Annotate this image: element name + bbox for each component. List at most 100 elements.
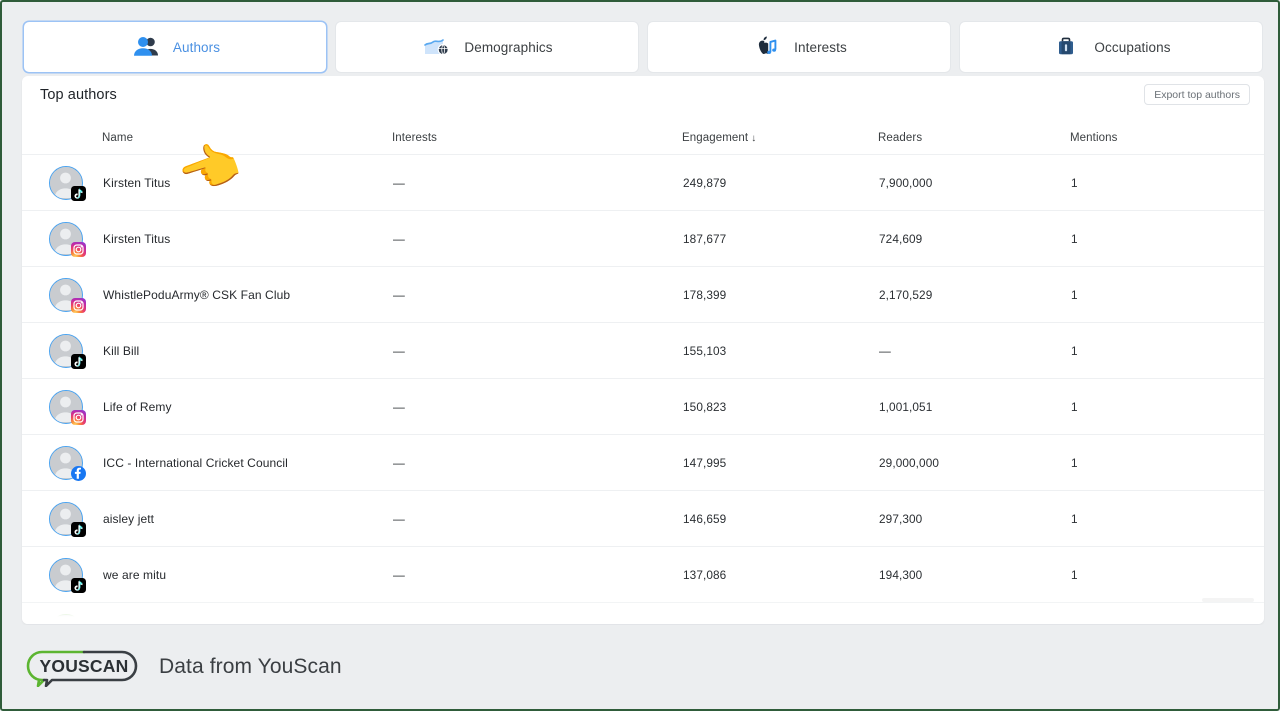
- author-readers-cell: 1,001,051: [878, 379, 1070, 435]
- sort-descending-icon: ↓: [751, 133, 756, 144]
- author-readers-cell: 724,609: [878, 211, 1070, 267]
- avatar[interactable]: [49, 334, 83, 368]
- author-avatar-cell: [22, 155, 102, 211]
- author-name-cell[interactable]: Kill Bill: [102, 323, 392, 379]
- author-name-cell[interactable]: aisley jett: [102, 491, 392, 547]
- avatar[interactable]: [49, 502, 83, 536]
- author-interests-cell: —: [392, 267, 682, 323]
- author-avatar-cell: [22, 211, 102, 267]
- tab-demographics[interactable]: Demographics: [335, 21, 639, 73]
- author-avatar-cell: [22, 547, 102, 603]
- table-row[interactable]: we are mitu—137,086194,3001: [22, 547, 1264, 603]
- table-row[interactable]: aisley jett—146,659297,3001: [22, 491, 1264, 547]
- author-avatar-cell: [22, 603, 102, 625]
- column-header-readers[interactable]: Readers: [878, 114, 1070, 155]
- avatar[interactable]: [49, 222, 83, 256]
- author-interests-cell: —: [392, 435, 682, 491]
- table-row[interactable]: Kill Bill—155,103—1: [22, 323, 1264, 379]
- tab-label: Interests: [794, 40, 847, 55]
- facebook-icon: [71, 466, 86, 481]
- author-engagement-cell: 155,103: [682, 323, 878, 379]
- people-icon: [130, 34, 160, 60]
- author-mentions-cell: 1: [1070, 155, 1264, 211]
- tiktok-icon: [71, 354, 86, 369]
- author-interests-cell: —: [392, 211, 682, 267]
- author-engagement-cell: 146,659: [682, 491, 878, 547]
- avatar[interactable]: [49, 390, 83, 424]
- author-readers-cell: —: [878, 323, 1070, 379]
- author-interests-cell: —: [392, 323, 682, 379]
- screenshot-frame: Authors Demographics: [0, 0, 1280, 711]
- instagram-icon: [71, 242, 86, 257]
- author-name-cell[interactable]: emily&ellaceo: [102, 603, 392, 625]
- author-avatar-cell: [22, 491, 102, 547]
- author-engagement-cell: 249,879: [682, 155, 878, 211]
- author-mentions-cell: 1: [1070, 379, 1264, 435]
- tab-authors[interactable]: Authors: [23, 21, 327, 73]
- youscan-wordmark: YOUSCAN: [40, 656, 129, 676]
- author-mentions-cell: 1: [1070, 267, 1264, 323]
- column-header-interests[interactable]: Interests: [392, 114, 682, 155]
- avatar[interactable]: [49, 166, 83, 200]
- author-name: aisley jett: [103, 512, 391, 526]
- tab-occupations[interactable]: Occupations: [959, 21, 1263, 73]
- avatar[interactable]: [49, 558, 83, 592]
- author-interests-cell: —: [392, 379, 682, 435]
- author-mentions-cell: 1: [1070, 211, 1264, 267]
- tiktok-icon: [71, 186, 86, 201]
- author-readers-cell: 3,800,000: [878, 603, 1070, 625]
- author-name: Kirsten Titus: [103, 176, 391, 190]
- avatar[interactable]: [49, 446, 83, 480]
- author-name: emily&ella: [103, 617, 391, 624]
- table-row[interactable]: ICC - International Cricket Council—147,…: [22, 435, 1264, 491]
- author-name: ICC - International Cricket Council: [103, 456, 391, 470]
- youscan-logo: YOUSCAN: [22, 647, 146, 687]
- author-name: Kirsten Titus: [103, 232, 391, 246]
- table-header: Name Interests Engagement↓ Readers Menti…: [22, 114, 1264, 155]
- table-row[interactable]: emily&ellaceo—122,8383,800,0001: [22, 603, 1264, 625]
- horizontal-scrollbar[interactable]: [1202, 598, 1254, 602]
- table-body: Kirsten Titus—249,8797,900,0001Kirsten T…: [22, 155, 1264, 625]
- table-row[interactable]: Kirsten Titus—187,677724,6091: [22, 211, 1264, 267]
- tab-label: Authors: [173, 40, 220, 55]
- author-name-cell[interactable]: WhistlePoduArmy® CSK Fan Club: [102, 267, 392, 323]
- table-row[interactable]: WhistlePoduArmy® CSK Fan Club—178,3992,1…: [22, 267, 1264, 323]
- top-authors-card: Top authors Export top authors Name Inte…: [22, 76, 1264, 624]
- author-engagement-cell: 137,086: [682, 547, 878, 603]
- table-row[interactable]: Life of Remy—150,8231,001,0511: [22, 379, 1264, 435]
- author-name-cell[interactable]: ICC - International Cricket Council: [102, 435, 392, 491]
- author-name: Life of Remy: [103, 400, 391, 414]
- author-readers-cell: 297,300: [878, 491, 1070, 547]
- footer-caption: Data from YouScan: [159, 655, 342, 679]
- author-readers-cell: 7,900,000: [878, 155, 1070, 211]
- tiktok-icon: [71, 522, 86, 537]
- author-name-cell[interactable]: Life of Remy: [102, 379, 392, 435]
- author-avatar-cell: [22, 267, 102, 323]
- author-name-cell[interactable]: we are mitu: [102, 547, 392, 603]
- author-name: Kill Bill: [103, 344, 391, 358]
- tab-interests[interactable]: Interests: [647, 21, 951, 73]
- author-name-cell[interactable]: Kirsten Titus: [102, 155, 392, 211]
- column-header-engagement[interactable]: Engagement↓: [682, 114, 878, 155]
- column-header-name[interactable]: Name: [102, 114, 392, 155]
- author-readers-cell: 2,170,529: [878, 267, 1070, 323]
- author-interests-cell: —: [392, 547, 682, 603]
- author-avatar-cell: [22, 323, 102, 379]
- tab-label: Occupations: [1094, 40, 1170, 55]
- avatar-placeholder-icon: [49, 614, 83, 624]
- author-engagement-cell: 187,677: [682, 211, 878, 267]
- author-mentions-cell: 1: [1070, 323, 1264, 379]
- briefcase-icon: [1051, 34, 1081, 60]
- author-interests-cell: —: [392, 155, 682, 211]
- export-top-authors-button[interactable]: Export top authors: [1144, 84, 1250, 105]
- footer: YOUSCAN Data from YouScan: [2, 625, 1280, 709]
- author-name-cell[interactable]: Kirsten Titus: [102, 211, 392, 267]
- author-mentions-cell: 1: [1070, 491, 1264, 547]
- avatar[interactable]: [49, 278, 83, 312]
- avatar[interactable]: [49, 614, 83, 624]
- table-row[interactable]: Kirsten Titus—249,8797,900,0001: [22, 155, 1264, 211]
- top-authors-table: Name Interests Engagement↓ Readers Menti…: [22, 114, 1264, 624]
- author-engagement-cell: 147,995: [682, 435, 878, 491]
- globe-chart-icon: [421, 34, 451, 60]
- column-header-mentions[interactable]: Mentions: [1070, 114, 1264, 155]
